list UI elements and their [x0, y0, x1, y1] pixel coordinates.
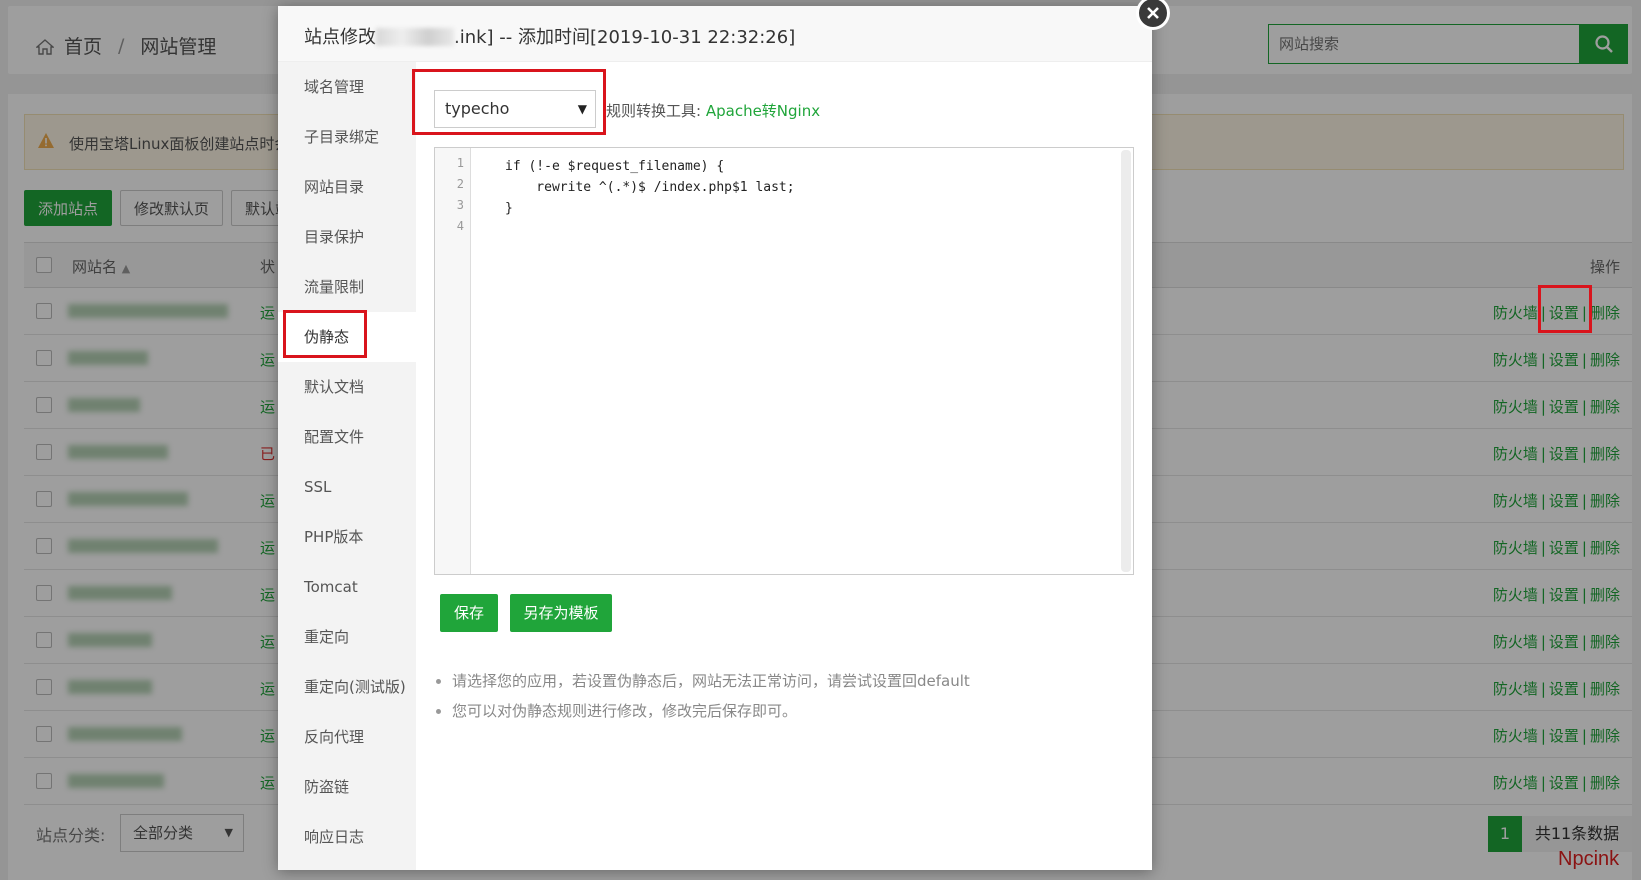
dialog-side-nav: 域名管理 子目录绑定 网站目录 目录保护 流量限制 伪静态 默认文档 配置文件 SSL PHP版本… [278, 62, 416, 870]
rule-tool: 规则转换工具: Apache转Nginx [606, 100, 820, 121]
side-nav-item[interactable]: 目录保护 [278, 212, 416, 262]
code-line[interactable]: if (!-e $request_filename) { [471, 156, 795, 177]
rewrite-panel: typecho ▼ 规则转换工具: Apache转Nginx 1234 if (… [416, 62, 1152, 870]
rule-tool-label: 规则转换工具: [606, 102, 702, 120]
save-as-template-button[interactable]: 另存为模板 [510, 594, 612, 632]
side-nav-item[interactable]: 重定向(测试版) [278, 662, 416, 712]
rewrite-tab-highlight-box [283, 310, 367, 358]
code-line[interactable] [471, 219, 795, 240]
editor-gutter: 1 2 3 4 [435, 148, 471, 574]
side-nav-item[interactable]: 防盗链 [278, 762, 416, 812]
side-nav-item[interactable]: PHP版本 [278, 512, 416, 562]
side-nav-item[interactable]: Tomcat [278, 562, 416, 612]
side-nav-item[interactable]: 反向代理 [278, 712, 416, 762]
side-nav-item[interactable]: 配置文件 [278, 412, 416, 462]
code-line[interactable]: rewrite ^(.*)$ /index.php$1 last; [471, 177, 794, 198]
dialog-title-prefix: 站点修改 [304, 27, 376, 48]
close-icon [1147, 7, 1159, 19]
save-button[interactable]: 保存 [440, 594, 498, 632]
help-tips: 请选择您的应用，若设置伪静态后，网站无法正常访问，请尝试设置回default 您可… [434, 666, 970, 726]
line-number: 1 [456, 156, 464, 170]
dialog-title: 站点修改 .ink] -- 添加时间[2019-10-31 22:32:26] [304, 23, 795, 49]
help-tip: 请选择您的应用，若设置伪静态后，网站无法正常访问，请尝试设置回default [434, 666, 970, 696]
side-nav-item[interactable]: 重定向 [278, 612, 416, 662]
settings-highlight-box [1538, 285, 1592, 333]
line-number: 2 [456, 177, 464, 191]
line-number: 4 [456, 219, 464, 233]
editor-code[interactable]: if (!-e $request_filename) { rewrite ^(.… [471, 156, 795, 240]
editor-scrollbar[interactable] [1121, 150, 1131, 572]
rewrite-code-editor[interactable]: 1 2 3 4 if (!-e $request_filename) { rewrit… [434, 147, 1134, 575]
dialog-header: 站点修改 .ink] -- 添加时间[2019-10-31 22:32:26] [278, 6, 1152, 62]
help-tip: 您可以对伪静态规则进行修改，修改完后保存即可。 [434, 696, 970, 726]
select-highlight-box [412, 69, 606, 135]
apache-to-nginx-link[interactable]: Apache转Nginx [706, 102, 820, 120]
side-nav-item[interactable]: 流量限制 [278, 262, 416, 312]
dialog-title-suffix: .ink] -- 添加时间[2019-10-31 22:32:26] [454, 27, 796, 48]
side-nav-item[interactable]: 响应日志 [278, 812, 416, 862]
side-nav-item[interactable]: 网站目录 [278, 162, 416, 212]
side-nav-item[interactable]: 默认文档 [278, 362, 416, 412]
side-nav-item[interactable]: 域名管理 [278, 62, 416, 112]
code-line[interactable]: } [471, 198, 795, 219]
side-nav-item[interactable]: 子目录绑定 [278, 112, 416, 162]
site-edit-dialog: 站点修改 .ink] -- 添加时间[2019-10-31 22:32:26] 域… [278, 6, 1152, 870]
side-nav-item[interactable]: SSL [278, 462, 416, 512]
redacted-domain [376, 28, 454, 46]
line-number: 3 [456, 198, 464, 212]
